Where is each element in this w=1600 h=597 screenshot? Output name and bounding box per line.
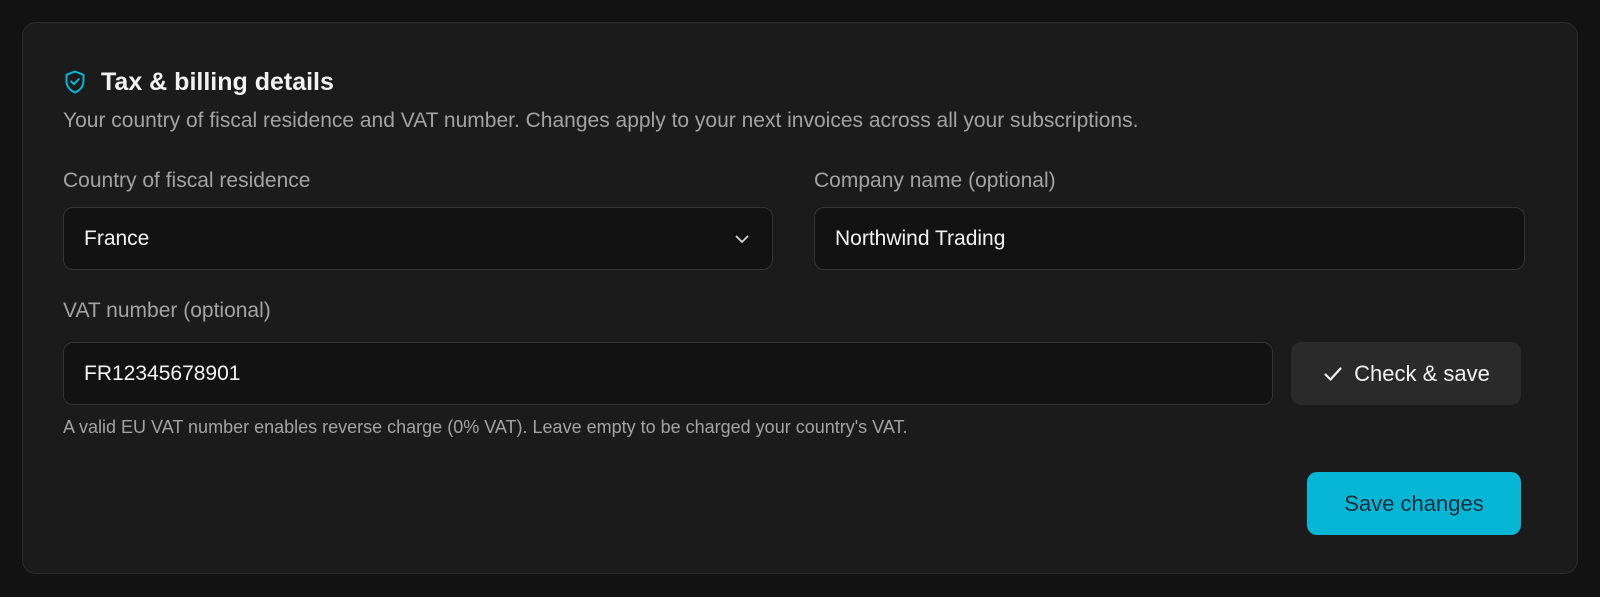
- save-changes-label: Save changes: [1344, 490, 1484, 516]
- save-changes-button[interactable]: Save changes: [1307, 472, 1521, 535]
- check-save-label: Check & save: [1354, 360, 1490, 386]
- tax-billing-card: Tax & billing details Your country of fi…: [22, 22, 1578, 574]
- vat-number-value: FR12345678901: [84, 361, 241, 385]
- page-title: Tax & billing details: [101, 67, 334, 96]
- card-header: Tax & billing details: [63, 65, 334, 99]
- chevron-down-icon: [732, 229, 752, 249]
- card-description: Your country of fiscal residence and VAT…: [63, 109, 1139, 132]
- vat-number-input[interactable]: FR12345678901: [63, 342, 1273, 405]
- company-name-input[interactable]: Northwind Trading: [814, 207, 1525, 270]
- country-select[interactable]: France: [63, 207, 773, 270]
- check-save-button[interactable]: Check & save: [1291, 342, 1521, 405]
- vat-helper-text: A valid EU VAT number enables reverse ch…: [63, 417, 908, 437]
- shield-check-icon: [63, 70, 87, 94]
- company-label: Company name (optional): [814, 169, 1056, 192]
- company-name-value: Northwind Trading: [835, 226, 1006, 250]
- country-label: Country of fiscal residence: [63, 169, 311, 192]
- vat-label: VAT number (optional): [63, 299, 271, 322]
- check-icon: [1322, 363, 1344, 385]
- country-select-value: France: [84, 226, 150, 250]
